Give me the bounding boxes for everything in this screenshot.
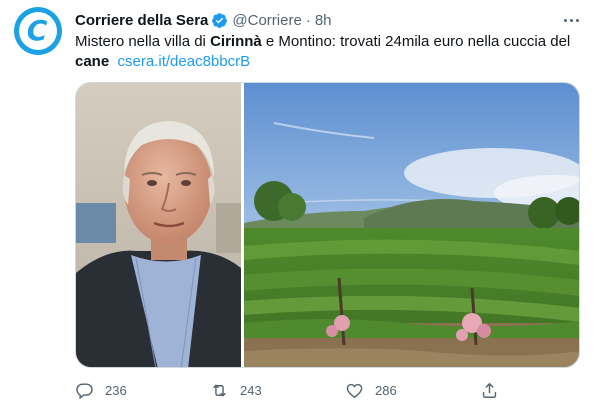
reply-count: 236 [105,382,127,398]
reply-button[interactable]: 236 [75,378,127,402]
tweet-text: Mistero nella villa di Cirinnà e Montino… [75,33,571,70]
tweet-timestamp[interactable]: 8h [315,12,332,29]
tweet-header: Corriere della Sera @Corriere · 8h [75,10,332,30]
retweet-count: 243 [240,382,262,398]
heart-icon [346,383,363,398]
share-icon [482,382,497,398]
media-grid [75,82,580,368]
like-count: 286 [375,382,397,398]
tweet-card[interactable]: C Corriere della Sera @Corriere · 8h Mis… [0,0,595,418]
portrait-photo[interactable] [76,83,241,367]
portrait-photo-icon [76,83,241,367]
separator-dot: · [305,11,311,29]
avatar[interactable]: C [14,7,62,55]
vineyard-photo-icon [244,83,579,367]
vineyard-photo[interactable] [244,83,579,367]
author-handle[interactable]: @Corriere [232,12,301,29]
retweet-button[interactable]: 243 [210,378,262,402]
retweet-icon [213,383,226,397]
author-name[interactable]: Corriere della Sera [75,12,208,29]
corriere-logo-icon: C [26,14,48,47]
share-button[interactable] [480,378,499,402]
tweet-actions: 236 243 286 [75,378,580,402]
more-options-icon[interactable] [560,10,582,30]
verified-badge-icon [212,12,228,28]
like-button[interactable]: 286 [345,378,397,402]
tweet-link[interactable]: csera.it/deac8bbcrB [118,53,251,70]
reply-icon [76,382,93,399]
